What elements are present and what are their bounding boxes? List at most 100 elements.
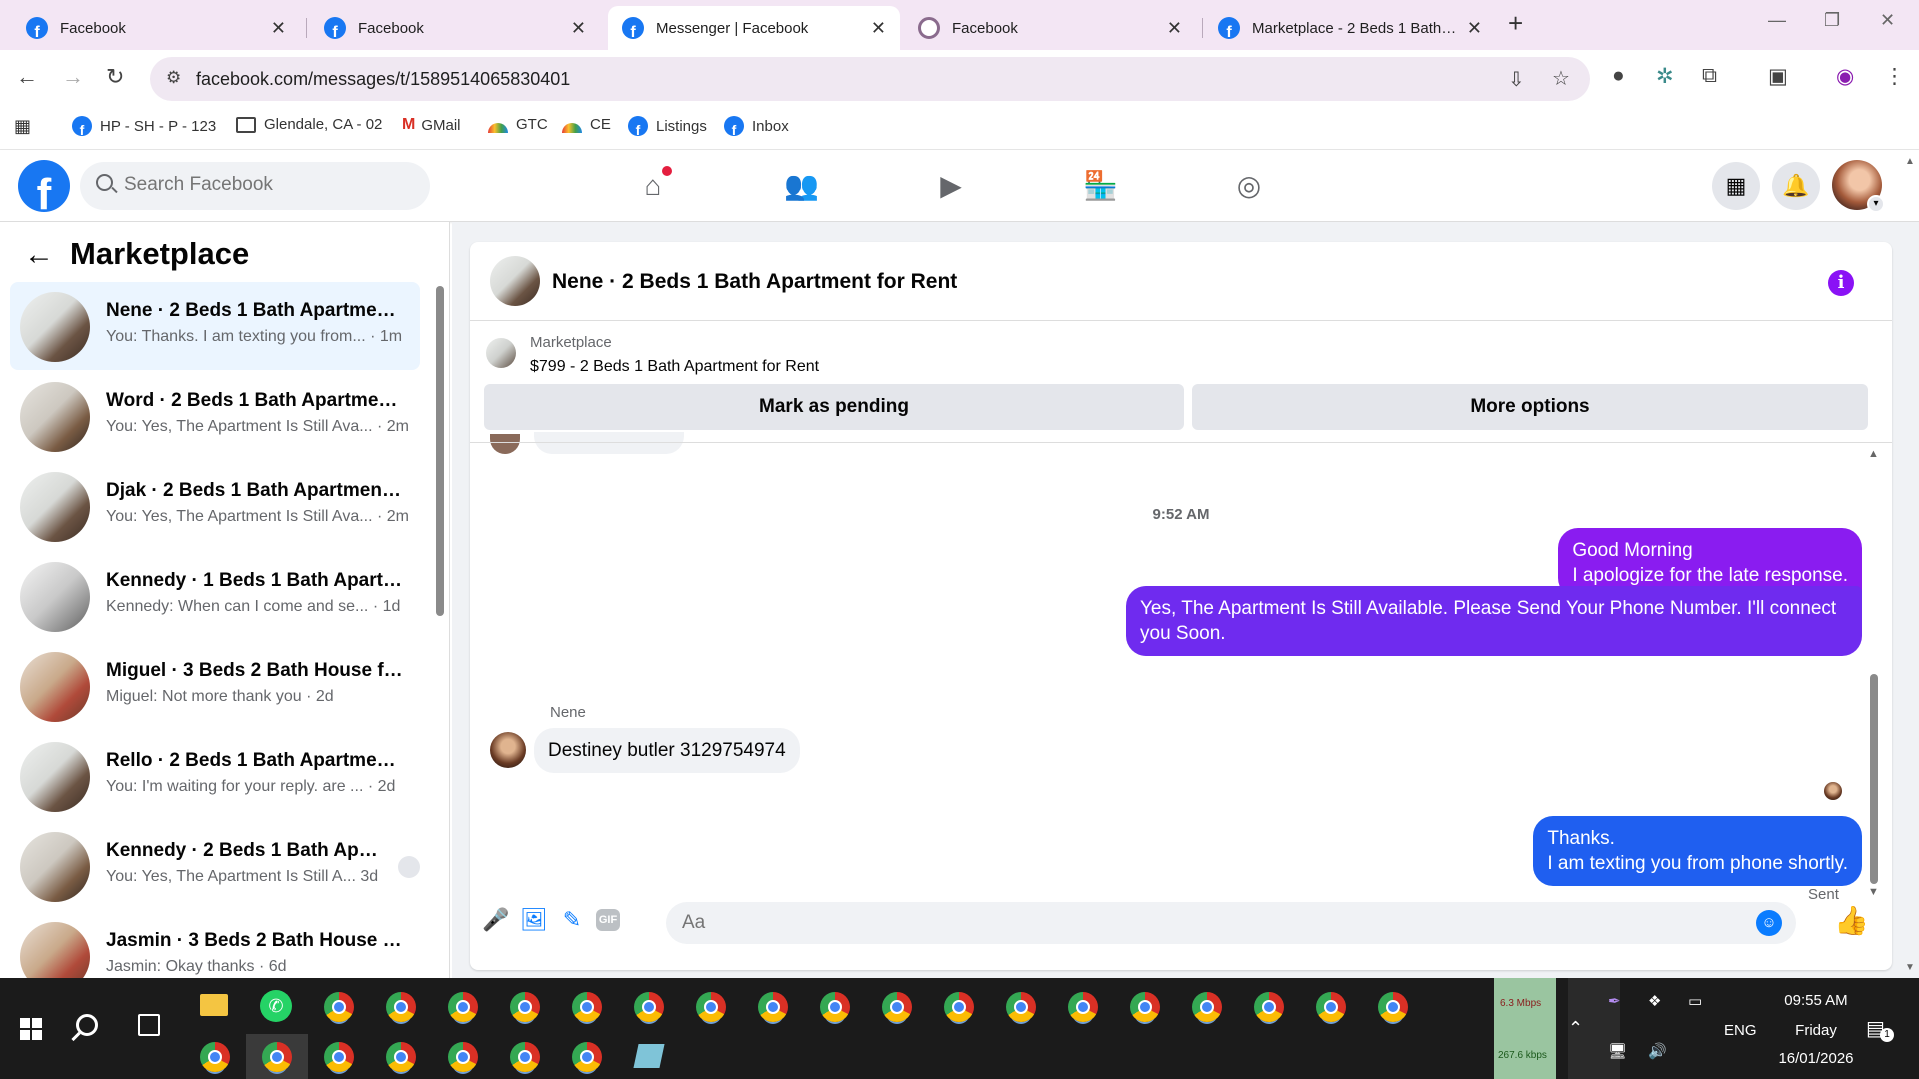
tab-messenger[interactable]: f Messenger | Facebook ✕ xyxy=(608,6,900,50)
menu-grid-icon[interactable]: ▦ xyxy=(1712,162,1760,210)
bookmark-listings[interactable]: f Listings xyxy=(628,116,707,136)
new-tab-button[interactable]: + xyxy=(1508,8,1523,39)
taskbar-search-icon[interactable] xyxy=(76,1014,98,1036)
chrome-profile-icon[interactable] xyxy=(324,992,354,1022)
conversation-item[interactable]: Kennedy · 2 Beds 1 Bath Apart... You: Ye… xyxy=(10,822,420,910)
outgoing-message[interactable]: Thanks. I am texting you from phone shor… xyxy=(1533,816,1862,886)
chrome-profile-icon[interactable] xyxy=(510,992,540,1022)
forward-icon[interactable]: → xyxy=(62,64,84,90)
info-icon[interactable]: i xyxy=(1828,270,1854,296)
sender-avatar[interactable] xyxy=(490,732,526,768)
show-hidden-icons-chevron-icon[interactable]: ⌃ xyxy=(1568,1018,1583,1039)
tab-search-icon[interactable]: ▣ xyxy=(1768,64,1788,89)
photo-icon[interactable]: 🖼 xyxy=(520,906,548,934)
language-indicator[interactable]: ENG xyxy=(1724,1022,1757,1039)
site-settings-icon[interactable]: ⚙ xyxy=(166,68,181,88)
close-tab-icon[interactable]: ✕ xyxy=(1167,18,1182,39)
close-window-icon[interactable]: ✕ xyxy=(1880,10,1895,31)
notepad-app-icon[interactable] xyxy=(633,1044,665,1068)
conversation-item[interactable]: Nene · 2 Beds 1 Bath Apartment ... You: … xyxy=(10,282,420,370)
mark-as-pending-button[interactable]: Mark as pending xyxy=(484,384,1184,430)
tab-facebook-2[interactable]: f Facebook ✕ xyxy=(310,6,600,50)
listing-title[interactable]: $799 - 2 Beds 1 Bath Apartment for Rent xyxy=(530,358,819,376)
chrome-profile-icon[interactable] xyxy=(386,1042,416,1072)
scrollbar[interactable] xyxy=(436,286,444,616)
friends-icon[interactable]: 👥 xyxy=(784,170,819,202)
chrome-profile-icon[interactable] xyxy=(1192,992,1222,1022)
chrome-profile-icon[interactable] xyxy=(324,1042,354,1072)
conversation-item[interactable]: Kennedy · 1 Beds 1 Bath Apartm... Kenned… xyxy=(10,552,420,640)
minimize-icon[interactable]: — xyxy=(1768,10,1786,31)
clock-day[interactable]: Friday xyxy=(1776,1022,1856,1039)
scroll-down-arrow-icon[interactable]: ▼ xyxy=(1868,886,1879,898)
feather-app-icon[interactable]: ✒ xyxy=(1608,992,1621,1010)
chrome-profile-icon[interactable] xyxy=(1316,992,1346,1022)
chat-title[interactable]: Nene · 2 Beds 1 Bath Apartment for Rent xyxy=(552,270,957,294)
chrome-profile-icon[interactable] xyxy=(1254,992,1284,1022)
reload-icon[interactable]: ↻ xyxy=(106,64,124,90)
profile-icon[interactable]: ◉ xyxy=(1836,64,1854,89)
chrome-profile-icon[interactable] xyxy=(386,992,416,1022)
chrome-profile-icon[interactable] xyxy=(448,1042,478,1072)
conversation-item[interactable]: Word · 2 Beds 1 Bath Apartment... You: Y… xyxy=(10,372,420,460)
windows-start-icon[interactable] xyxy=(20,1018,42,1040)
incoming-message[interactable]: Destiney butler 3129754974 xyxy=(534,728,800,773)
conversation-item[interactable]: Djak · 2 Beds 1 Bath Apartment f... You:… xyxy=(10,462,420,550)
bookmark-gtc[interactable]: GTC xyxy=(488,116,548,133)
cookie-extension-icon[interactable]: ● xyxy=(1612,64,1625,88)
bookmark-gmail[interactable]: M GMail xyxy=(402,116,461,134)
home-icon[interactable]: ⌂ xyxy=(636,166,672,202)
thumbs-up-icon[interactable]: 👍 xyxy=(1834,904,1869,937)
message-input[interactable] xyxy=(682,912,1732,934)
network-icon[interactable]: 🖥 xyxy=(1608,1042,1627,1060)
chrome-profile-icon-active[interactable] xyxy=(262,1042,292,1072)
clock-time[interactable]: 09:55 AM xyxy=(1776,992,1856,1009)
message-composer[interactable]: ☺ xyxy=(666,902,1796,944)
extensions-puzzle-icon[interactable]: ⧉ xyxy=(1702,64,1717,88)
bookmark-inbox[interactable]: f Inbox xyxy=(724,116,789,136)
bookmark-hp[interactable]: f HP - SH - P - 123 xyxy=(72,116,216,136)
chrome-profile-icon[interactable] xyxy=(696,992,726,1022)
scroll-up-arrow-icon[interactable]: ▲ xyxy=(1868,448,1879,460)
chrome-profile-icon[interactable] xyxy=(882,992,912,1022)
more-options-button[interactable]: More options xyxy=(1192,384,1868,430)
facebook-search[interactable] xyxy=(80,162,430,210)
bookmark-glendale[interactable]: Glendale, CA - 02 xyxy=(236,116,382,133)
chrome-profile-icon[interactable] xyxy=(1006,992,1036,1022)
whatsapp-icon[interactable]: ✆ xyxy=(260,990,292,1022)
chrome-profile-icon[interactable] xyxy=(572,1042,602,1072)
sticker-icon[interactable]: ✎ xyxy=(558,906,586,934)
close-tab-icon[interactable]: ✕ xyxy=(1467,18,1482,39)
conversation-item[interactable]: Rello · 2 Beds 1 Bath Apartment ... You:… xyxy=(10,732,420,820)
close-tab-icon[interactable]: ✕ xyxy=(871,18,886,39)
tab-facebook-3[interactable]: Facebook ✕ xyxy=(904,6,1196,50)
back-arrow-icon[interactable]: ← xyxy=(24,238,54,272)
chrome-profile-icon[interactable] xyxy=(758,992,788,1022)
install-app-icon[interactable]: ⇩ xyxy=(1508,67,1525,92)
account-avatar[interactable]: ▾ xyxy=(1832,160,1885,213)
notification-center-icon[interactable]: ▤ 1 xyxy=(1866,1016,1894,1042)
scrollbar[interactable] xyxy=(1870,674,1878,884)
notifications-bell-icon[interactable]: 🔔 xyxy=(1772,162,1820,210)
chat-avatar[interactable] xyxy=(490,256,540,306)
apps-grid-icon[interactable]: ▦ xyxy=(14,116,31,137)
bookmark-ce[interactable]: CE xyxy=(562,116,611,133)
chrome-profile-icon[interactable] xyxy=(820,992,850,1022)
close-tab-icon[interactable]: ✕ xyxy=(571,18,586,39)
close-tab-icon[interactable]: ✕ xyxy=(271,18,286,39)
volume-icon[interactable]: 🔊 xyxy=(1648,1042,1667,1060)
menu-kebab-icon[interactable]: ⋮ xyxy=(1884,64,1905,89)
chrome-profile-icon[interactable] xyxy=(510,1042,540,1072)
chrome-profile-icon[interactable] xyxy=(1068,992,1098,1022)
chrome-profile-icon[interactable] xyxy=(200,1042,230,1072)
chrome-profile-icon[interactable] xyxy=(944,992,974,1022)
search-input[interactable] xyxy=(124,174,414,196)
page-scroll-down-icon[interactable]: ▼ xyxy=(1905,962,1915,973)
microphone-icon[interactable]: 🎤 xyxy=(482,906,510,934)
chrome-profile-icon[interactable] xyxy=(448,992,478,1022)
page-scroll-up-icon[interactable]: ▲ xyxy=(1905,156,1915,167)
file-explorer-icon[interactable] xyxy=(200,994,228,1016)
conversation-item[interactable]: Miguel · 3 Beds 2 Bath House fo... Migue… xyxy=(10,642,420,730)
conversation-item[interactable]: Jasmin · 3 Beds 2 Bath House fo... Jasmi… xyxy=(10,912,420,978)
restore-icon[interactable]: ❐ xyxy=(1824,10,1840,31)
